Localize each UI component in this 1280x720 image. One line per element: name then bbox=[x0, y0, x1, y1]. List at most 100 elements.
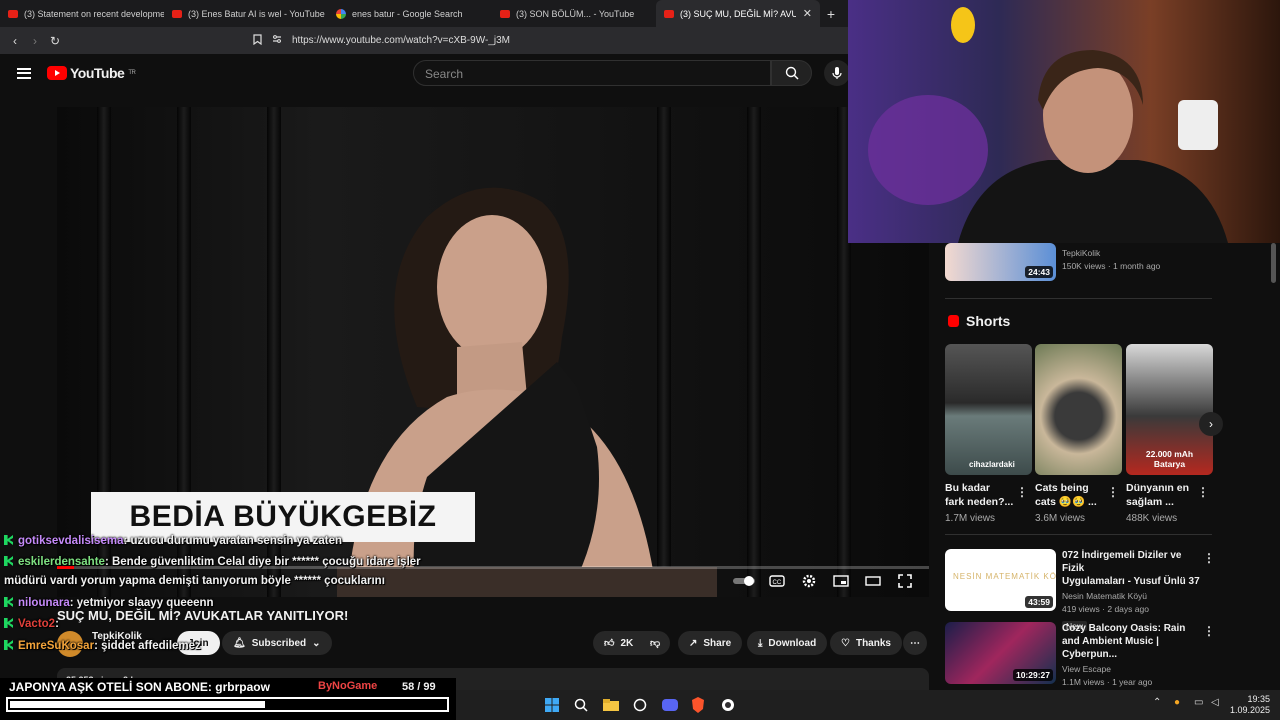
captions-icon[interactable]: CC bbox=[768, 574, 786, 588]
shorts-next-chevron-icon[interactable]: › bbox=[1199, 412, 1223, 436]
video-menu-icon[interactable]: ⋮ bbox=[1203, 624, 1215, 638]
bookmark-icon[interactable] bbox=[253, 33, 262, 48]
video-title: SUÇ MU, DEĞİL Mİ? AVUKATLAR YANITLIYOR! bbox=[57, 608, 349, 623]
thumbs-up-icon: 👍︎ bbox=[604, 638, 615, 649]
short-views: 488K views bbox=[1126, 513, 1178, 524]
back-icon[interactable]: ‹ bbox=[5, 34, 25, 48]
kick-badge-icon bbox=[4, 535, 13, 545]
bynogame-logo: ByNoGame bbox=[318, 680, 378, 692]
microphone-in-use-icon[interactable]: ● bbox=[1174, 697, 1180, 708]
short-title[interactable]: Bu kadar fark neden?... bbox=[945, 481, 1013, 509]
short-thumbnail[interactable]: cihazlardaki bbox=[945, 344, 1032, 475]
thumbs-down-icon: 👎︎ bbox=[650, 638, 661, 649]
new-tab-button[interactable]: + bbox=[820, 6, 842, 22]
short-views: 3.6M views bbox=[1035, 513, 1086, 524]
related-video-thumbnail[interactable]: 24:43 bbox=[945, 243, 1056, 281]
google-favicon-icon bbox=[336, 8, 346, 19]
chat-message: gotiksevdalisisema: uzucu durumu yaratan… bbox=[4, 535, 342, 547]
site-settings-icon[interactable] bbox=[272, 34, 282, 47]
short-title[interactable]: Cats being cats 🥹🥹 ... bbox=[1035, 481, 1097, 509]
fullscreen-icon[interactable] bbox=[896, 574, 914, 588]
chat-username: gotiksevdalisisema bbox=[18, 535, 124, 547]
file-explorer-icon[interactable] bbox=[603, 697, 619, 713]
more-actions-button[interactable]: ⋯ bbox=[903, 631, 927, 655]
short-menu-icon[interactable]: ⋮ bbox=[1197, 485, 1209, 499]
windows-start-icon[interactable] bbox=[544, 697, 560, 713]
goal-counter: 58 / 99 bbox=[402, 681, 436, 693]
kick-badge-icon bbox=[4, 640, 13, 650]
chat-username: nilounara bbox=[18, 597, 70, 609]
chat-message: nilounara: yetmiyor slaayy queeenn bbox=[4, 597, 214, 609]
short-views: 1.7M views bbox=[945, 513, 996, 524]
short-title[interactable]: Dünyanın en sağlam ... bbox=[1126, 481, 1189, 509]
url-field[interactable]: https://www.youtube.com/watch?v=cXB-9W-_… bbox=[292, 35, 510, 46]
microphone-icon bbox=[832, 67, 842, 79]
show-hidden-icons-icon[interactable]: ⌃ bbox=[1153, 697, 1161, 708]
browser-tab[interactable]: (3) Statement on recent developmen bbox=[0, 0, 164, 27]
chat-message: Vacto2: bbox=[4, 618, 59, 630]
shorts-icon bbox=[948, 315, 959, 327]
settings-gear-icon[interactable] bbox=[800, 574, 818, 588]
address-bar: ‹ › ↻ https://www.youtube.com/watch?v=cX… bbox=[0, 27, 848, 54]
chat-message: EmreSuKosar: şiddet affedilemez bbox=[4, 640, 201, 652]
brave-browser-icon[interactable] bbox=[690, 697, 706, 713]
svg-text:CC: CC bbox=[773, 580, 782, 586]
thanks-button[interactable]: ♡ Thanks bbox=[830, 631, 902, 655]
chat-message-continued: müdürü vardı yorum yapma demişti tanıyor… bbox=[4, 575, 385, 587]
obs-icon[interactable] bbox=[720, 697, 736, 713]
download-button[interactable]: ⤓ Download bbox=[747, 631, 828, 655]
youtube-logo[interactable]: YouTube TR bbox=[47, 65, 136, 81]
browser-tab[interactable]: (3) Enes Batur AI is wel - YouTube bbox=[164, 0, 328, 27]
related-video-thumbnail[interactable]: NESİN MATEMATİK KÖYÜ43:59 bbox=[945, 549, 1056, 611]
related-video-info[interactable]: Cozy Balcony Oasis: Rain and Ambient Mus… bbox=[1062, 622, 1202, 689]
goal-progress-bar bbox=[6, 697, 449, 712]
related-video-thumbnail[interactable]: 10:29:27 bbox=[945, 622, 1056, 684]
browser-tab-strip: (3) Statement on recent developmen (3) E… bbox=[0, 0, 848, 27]
more-horizontal-icon: ⋯ bbox=[910, 637, 920, 649]
menu-icon[interactable] bbox=[17, 67, 31, 79]
divider bbox=[945, 298, 1212, 299]
webcam-overlay bbox=[848, 0, 1280, 243]
sidebar-scrollbar[interactable] bbox=[1271, 243, 1276, 283]
short-thumbnail[interactable] bbox=[1035, 344, 1122, 475]
short-menu-icon[interactable]: ⋮ bbox=[1107, 485, 1119, 499]
forward-icon[interactable]: › bbox=[25, 34, 45, 48]
divider bbox=[945, 534, 1212, 535]
chatgpt-icon[interactable] bbox=[632, 697, 648, 713]
kick-badge-icon bbox=[4, 618, 13, 628]
video-menu-icon[interactable]: ⋮ bbox=[1203, 551, 1215, 565]
short-menu-icon[interactable]: ⋮ bbox=[1016, 485, 1028, 499]
browser-tab[interactable]: (3) SON BÖLÜM... - YouTube bbox=[492, 0, 656, 27]
theater-mode-icon[interactable] bbox=[864, 574, 882, 588]
search-icon[interactable] bbox=[573, 697, 589, 713]
autoplay-toggle[interactable] bbox=[733, 574, 757, 588]
share-button[interactable]: ↗ Share bbox=[678, 631, 743, 655]
network-icon[interactable]: ▭ bbox=[1194, 697, 1203, 708]
download-icon: ⤓ bbox=[758, 637, 763, 649]
reload-icon[interactable]: ↻ bbox=[45, 34, 65, 48]
subscribed-button[interactable]: 🔔︎ Subscribed ⌄ bbox=[222, 631, 332, 655]
close-tab-icon[interactable]: ✕ bbox=[803, 7, 812, 20]
shorts-heading: Shorts bbox=[966, 313, 1011, 329]
chevron-down-icon: ⌄ bbox=[312, 637, 321, 649]
youtube-header: YouTube TR Search bbox=[0, 54, 850, 92]
youtube-favicon-icon bbox=[172, 9, 182, 18]
search-button[interactable] bbox=[771, 60, 812, 86]
miniplayer-icon[interactable] bbox=[832, 574, 850, 588]
volume-icon[interactable]: ◁ bbox=[1211, 697, 1219, 708]
dislike-button[interactable]: 👎︎ bbox=[640, 631, 671, 655]
search-input[interactable]: Search bbox=[413, 60, 771, 86]
chat-username: Vacto2 bbox=[18, 618, 56, 630]
chat-username: EmreSuKosar bbox=[18, 640, 95, 652]
short-thumbnail[interactable]: 22.000 mAh Batarya bbox=[1126, 344, 1213, 475]
related-channel-name[interactable]: TepkiKolik bbox=[1062, 247, 1160, 260]
like-button[interactable]: 👍︎ 2K bbox=[593, 631, 643, 655]
chat-message: eskilerdensahte: Bende güvenliktim Celal… bbox=[4, 556, 421, 568]
chat-username: eskilerdensahte bbox=[18, 556, 105, 568]
taskbar-clock[interactable]: 19:35 1.09.2025 bbox=[1226, 694, 1270, 716]
youtube-favicon-icon bbox=[500, 9, 510, 18]
browser-tab[interactable]: enes batur - Google Search bbox=[328, 0, 492, 27]
browser-tab-active[interactable]: (3) SUÇ MU, DEĞİL Mİ? AVUKATI✕ bbox=[656, 0, 820, 27]
voice-search-button[interactable] bbox=[824, 60, 850, 86]
discord-icon[interactable] bbox=[662, 697, 678, 713]
